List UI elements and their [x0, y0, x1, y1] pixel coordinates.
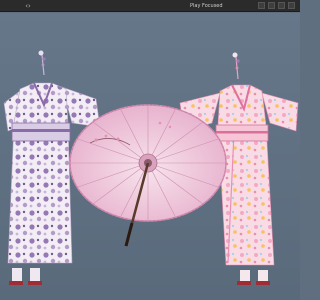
- scene-render: [3, 50, 299, 285]
- stats-button[interactable]: [278, 2, 285, 9]
- parasol-model: [69, 104, 227, 247]
- mute-button[interactable]: [268, 2, 275, 9]
- maximize-button[interactable]: [258, 2, 265, 9]
- gizmos-button[interactable]: [288, 2, 295, 9]
- play-status-label[interactable]: Play Focused: [190, 1, 223, 11]
- editor-toolbar: ‹› Play Focused: [0, 0, 300, 12]
- chevron-icon[interactable]: ‹›: [24, 2, 32, 10]
- game-viewport[interactable]: [0, 13, 300, 300]
